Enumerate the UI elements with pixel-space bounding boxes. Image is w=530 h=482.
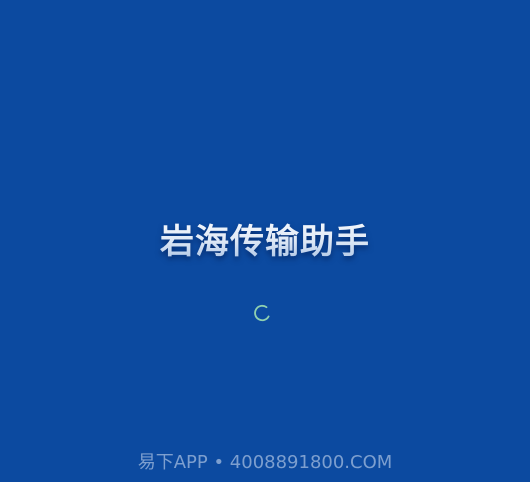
loading-spinner-icon [253, 304, 271, 322]
app-title: 岩海传输助手 [0, 214, 530, 263]
footer-brand-text: 易下APP • 4008891800.COM [137, 452, 393, 473]
loading-spinner-arc [254, 304, 270, 322]
splash-screen: 岩海传输助手 易下APP • 4008891800.COM [0, 0, 530, 482]
